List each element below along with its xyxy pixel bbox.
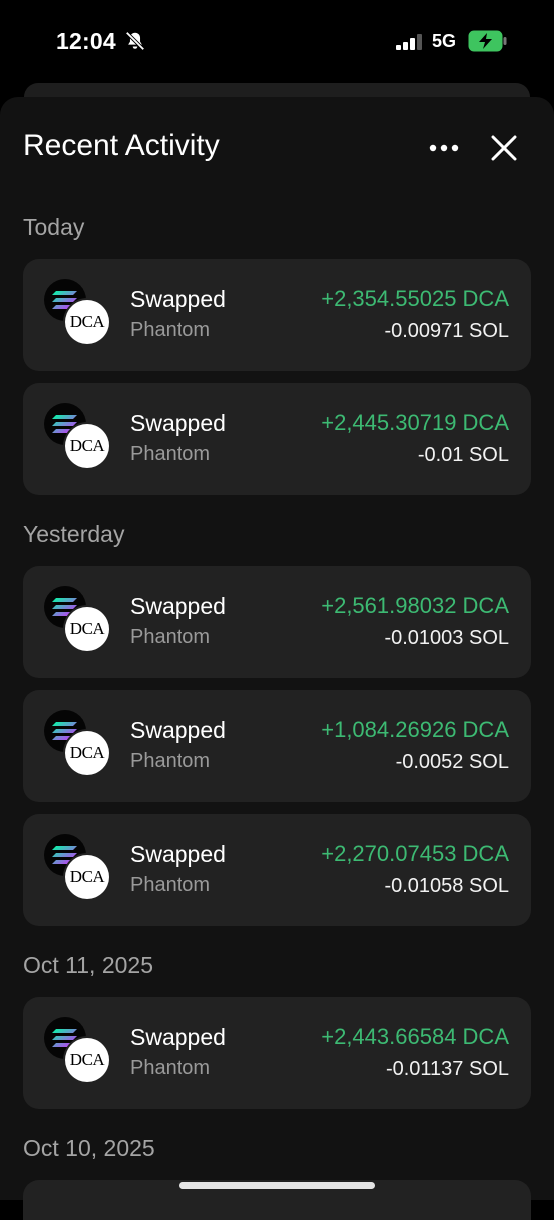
- transaction-source: Phantom: [130, 443, 211, 465]
- transaction-source: Phantom: [130, 1057, 211, 1079]
- spent-amount: -0.00971 SOL: [384, 320, 509, 342]
- section-header-oct-10: Oct 10, 2025: [23, 1135, 155, 1161]
- more-icon: [429, 144, 459, 152]
- spent-amount: -0.0052 SOL: [395, 751, 509, 773]
- dca-token-icon: DCA: [65, 300, 109, 344]
- close-button[interactable]: [487, 131, 521, 165]
- received-amount: +2,354.55025 DCA: [321, 286, 509, 311]
- transaction-row[interactable]: DCA Swapped Phantom +1,084.26926 DCA -0.…: [23, 690, 531, 802]
- transaction-title: Swapped: [130, 717, 226, 743]
- received-amount: +2,443.66584 DCA: [321, 1024, 509, 1049]
- dca-token-icon: DCA: [65, 424, 109, 468]
- transaction-title: Swapped: [130, 410, 226, 436]
- home-indicator[interactable]: [179, 1182, 375, 1189]
- received-amount: +1,084.26926 DCA: [321, 717, 509, 742]
- transaction-source: Phantom: [130, 874, 211, 896]
- transaction-row[interactable]: DCA Swapped Phantom +2,445.30719 DCA -0.…: [23, 383, 531, 495]
- transaction-row[interactable]: DCA Swapped Phantom +2,354.55025 DCA -0.…: [23, 259, 531, 371]
- spent-amount: -0.01137 SOL: [385, 1058, 509, 1080]
- received-amount: +2,445.30719 DCA: [321, 410, 509, 435]
- transaction-title: Swapped: [130, 593, 226, 619]
- section-header-yesterday: Yesterday: [23, 521, 125, 547]
- close-icon: [491, 135, 517, 161]
- transaction-source: Phantom: [130, 750, 211, 772]
- battery-charging-icon: [468, 30, 507, 52]
- spent-amount: -0.01003 SOL: [384, 627, 509, 649]
- page-title: Recent Activity: [23, 129, 220, 162]
- dca-token-icon: DCA: [65, 731, 109, 775]
- section-header-oct-11: Oct 11, 2025: [23, 952, 153, 978]
- received-amount: +2,561.98032 DCA: [321, 593, 509, 618]
- spent-amount: -0.01058 SOL: [384, 875, 509, 897]
- dca-token-icon: DCA: [65, 855, 109, 899]
- network-label: 5G: [432, 31, 457, 51]
- spent-amount: -0.01 SOL: [417, 444, 509, 466]
- transaction-title: Swapped: [130, 841, 226, 867]
- status-time: 12:04: [56, 28, 116, 54]
- bell-slash-icon: [125, 31, 145, 51]
- transaction-source: Phantom: [130, 319, 211, 341]
- transaction-title: Swapped: [130, 286, 226, 312]
- dca-token-icon: DCA: [65, 607, 109, 651]
- transaction-row[interactable]: DCA Swapped Phantom +2,270.07453 DCA -0.…: [23, 814, 531, 926]
- transaction-row[interactable]: DCA Swapped Phantom +2,561.98032 DCA -0.…: [23, 566, 531, 678]
- transaction-title: Swapped: [130, 1024, 226, 1050]
- more-options-button[interactable]: [426, 134, 462, 162]
- signal-icon: [396, 34, 422, 50]
- status-bar: 12:04 5G: [0, 0, 554, 84]
- section-header-today: Today: [23, 214, 85, 240]
- dca-token-icon: DCA: [65, 1038, 109, 1082]
- received-amount: +2,270.07453 DCA: [321, 841, 509, 866]
- transaction-row[interactable]: DCA Swapped Phantom +2,443.66584 DCA -0.…: [23, 997, 531, 1109]
- transaction-source: Phantom: [130, 626, 211, 648]
